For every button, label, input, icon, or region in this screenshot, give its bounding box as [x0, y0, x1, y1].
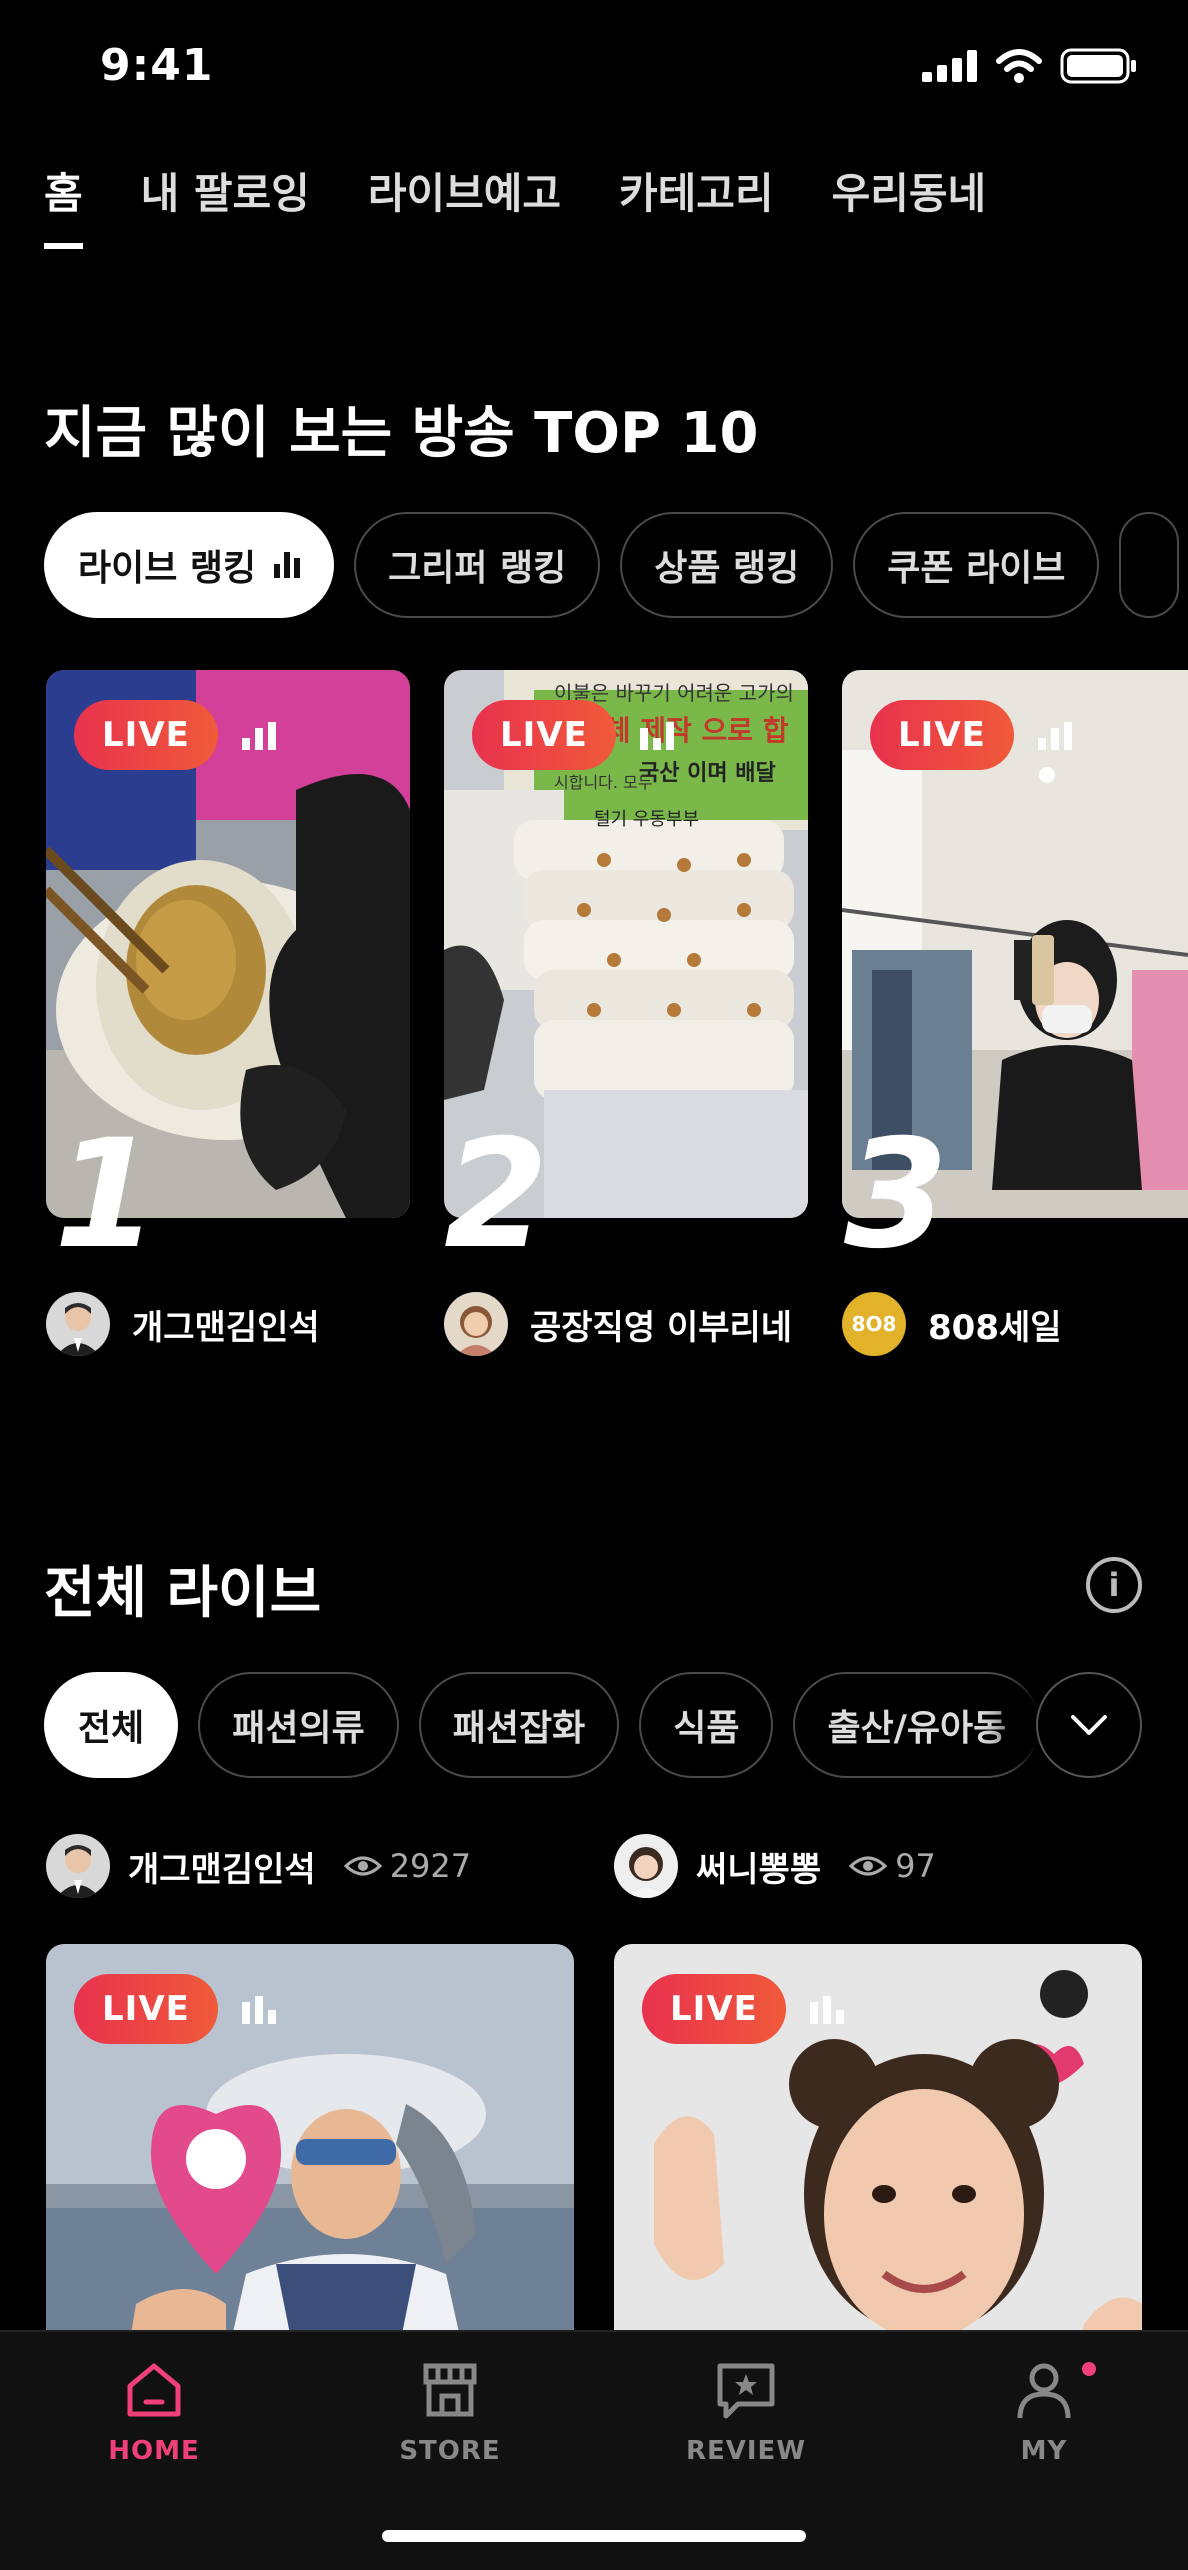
seller-name: 808세일: [928, 1307, 1062, 1348]
stream-seller-2[interactable]: 써니뽕뽕 97: [614, 1834, 936, 1898]
chip-more[interactable]: [1119, 512, 1180, 618]
nav-label: HOME: [108, 2436, 200, 2466]
eye-icon: [849, 1856, 888, 1876]
avatar: [614, 1834, 678, 1898]
banner-text-4: 시합니다. 모두: [554, 773, 653, 792]
home-icon: [127, 2363, 181, 2417]
live-badge: LIVE: [74, 700, 218, 770]
chip-food[interactable]: 식품: [639, 1672, 774, 1778]
banner-text-5: 털기 우동부부: [594, 809, 699, 830]
nav-my[interactable]: MY: [944, 2360, 1144, 2466]
chip-baby-kids[interactable]: 출산/유아동: [793, 1672, 1041, 1778]
seller-name: 개그맨김인석: [128, 1849, 316, 1890]
avatar-808: 8O8: [842, 1292, 906, 1356]
status-time: 9:41: [100, 40, 214, 91]
chip-fashion-accessories[interactable]: 패션잡화: [418, 1672, 620, 1778]
viewer-count-value: 2927: [389, 1847, 472, 1885]
bar-chart-icon: [274, 552, 301, 578]
nav-home[interactable]: HOME: [54, 2360, 254, 2466]
chip-gripper-ranking[interactable]: 그리퍼 랭킹: [354, 512, 601, 618]
store-icon: [423, 2363, 477, 2417]
nav-store[interactable]: STORE: [350, 2360, 550, 2466]
eye-icon: [343, 1856, 382, 1876]
live-signal-icon: [242, 722, 276, 750]
viewer-count-value: 97: [895, 1847, 936, 1885]
ranking-section-title: 지금 많이 보는 방송 TOP 10: [44, 401, 759, 466]
nav-label: REVIEW: [685, 2436, 807, 2466]
live-signal-icon: [810, 1996, 844, 2024]
stream-seller-1[interactable]: 개그맨김인석 2927: [46, 1834, 471, 1898]
live-signal-icon: [640, 722, 674, 750]
chip-coupon-live[interactable]: 쿠폰 라이브: [853, 512, 1100, 618]
status-icons: [922, 48, 1138, 84]
chip-fashion-clothing[interactable]: 패션의류: [198, 1672, 399, 1778]
nav-label: MY: [1020, 2436, 1068, 2466]
seller-name: 공장직영 이부리네: [530, 1307, 793, 1348]
profile-icon: [1017, 2363, 1071, 2419]
live-badge: LIVE: [472, 700, 616, 770]
status-bar: 9:41: [0, 0, 1188, 140]
nav-review[interactable]: REVIEW: [646, 2360, 846, 2466]
rank-number-3: 3: [844, 1108, 949, 1282]
ranking-seller-2[interactable]: 공장직영 이부리네: [444, 1292, 792, 1356]
ranking-seller-1[interactable]: 개그맨김인석: [46, 1292, 320, 1356]
tab-neighborhood[interactable]: 우리동네: [832, 160, 987, 249]
top-tabs: 홈 내 팔로잉 라이브예고 카테고리 우리동네: [44, 160, 986, 249]
stream-card-2[interactable]: LIVE: [614, 1944, 1142, 2364]
ranking-seller-3[interactable]: 8O8 808세일: [842, 1292, 1062, 1356]
avatar: [444, 1292, 508, 1356]
category-chips: 전체 패션의류 패션잡화 식품 출산/유아동: [44, 1672, 1041, 1778]
signal-icon: [922, 50, 977, 82]
rank-number-1: 1: [54, 1108, 159, 1282]
seller-name: 개그맨김인석: [132, 1307, 320, 1348]
tab-following[interactable]: 내 팔로잉: [141, 160, 310, 249]
expand-categories-button[interactable]: [1036, 1672, 1142, 1778]
viewer-count: 97: [849, 1847, 936, 1885]
avatar: [46, 1292, 110, 1356]
info-icon[interactable]: i: [1086, 1557, 1142, 1613]
wifi-icon: [996, 49, 1042, 83]
banner-text-3: 국산 이며 배달: [639, 761, 776, 786]
live-signal-icon: [1038, 722, 1072, 750]
avatar: [46, 1834, 110, 1898]
nav-label: STORE: [399, 2436, 501, 2466]
ranking-chips: 라이브 랭킹 그리퍼 랭킹 상품 랭킹 쿠폰 라이브: [44, 512, 1180, 618]
live-signal-icon: [242, 1996, 276, 2024]
home-indicator: [382, 2530, 806, 2542]
tab-category[interactable]: 카테고리: [619, 160, 774, 249]
tab-home[interactable]: 홈: [44, 160, 83, 249]
notification-dot: [1082, 2362, 1096, 2376]
chip-product-ranking[interactable]: 상품 랭킹: [620, 512, 834, 618]
battery-icon: [1060, 48, 1136, 84]
seller-name: 써니뽕뽕: [696, 1849, 822, 1890]
chevron-down-icon: [1071, 1715, 1107, 1735]
live-badge: LIVE: [870, 700, 1014, 770]
rank-number-2: 2: [444, 1108, 549, 1282]
all-live-section-title: 전체 라이브: [44, 1561, 322, 1626]
review-icon: [717, 2363, 775, 2419]
viewer-count: 2927: [343, 1847, 472, 1885]
avatar-text: 8O8: [851, 1312, 897, 1336]
live-badge: LIVE: [642, 1974, 786, 2044]
tab-live-preview[interactable]: 라이브예고: [368, 160, 561, 249]
chip-label: 라이브 랭킹: [78, 548, 257, 589]
live-badge: LIVE: [74, 1974, 218, 2044]
stream-card-1[interactable]: LIVE: [46, 1944, 574, 2364]
chip-all[interactable]: 전체: [44, 1672, 179, 1778]
chip-live-ranking[interactable]: 라이브 랭킹: [44, 512, 335, 618]
